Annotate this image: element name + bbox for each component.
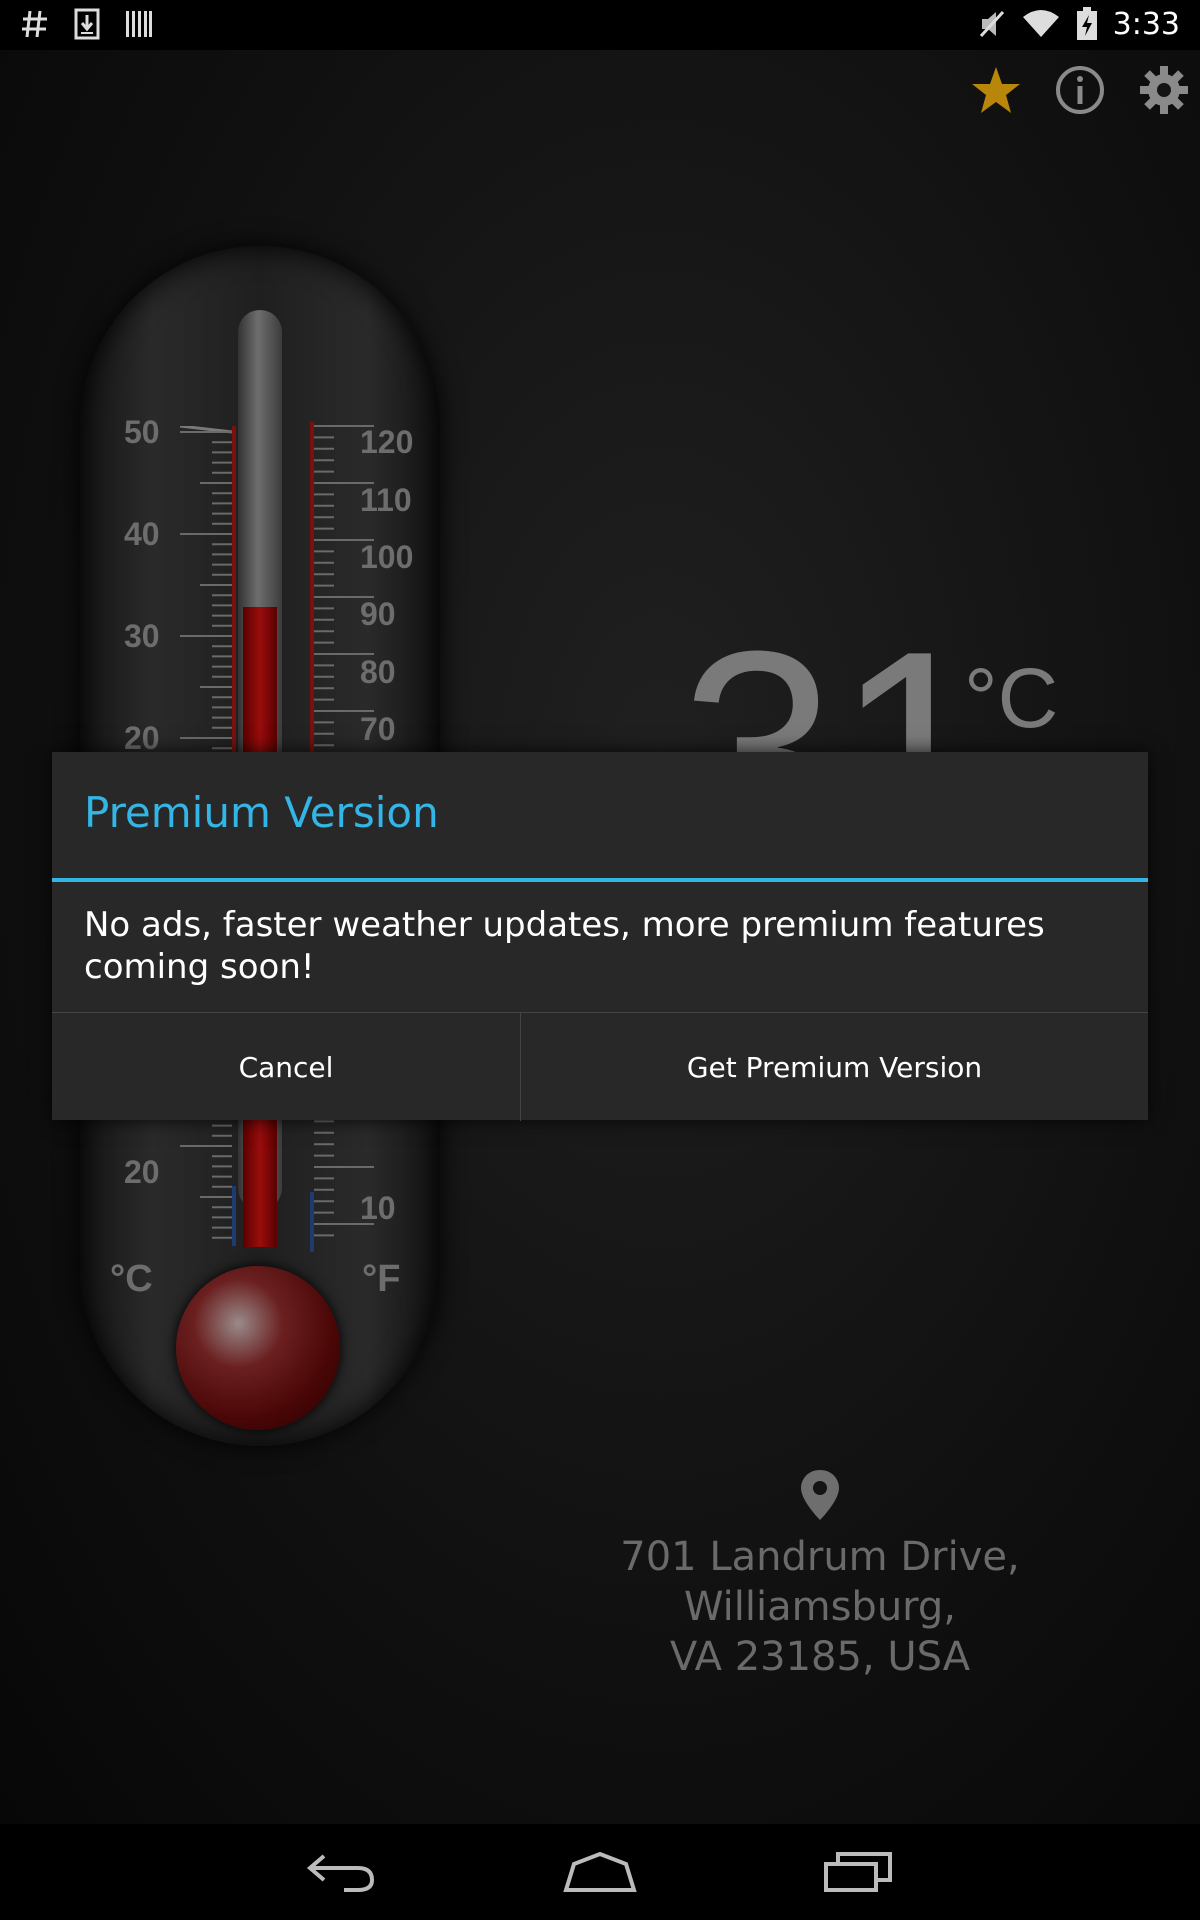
- wifi-icon: [1021, 6, 1061, 42]
- status-bar: 3:33: [0, 0, 1200, 50]
- address-line-1: 701 Landrum Drive, Williamsburg,: [620, 1534, 1020, 1630]
- star-icon[interactable]: [970, 64, 1022, 116]
- celsius-label: 50: [124, 414, 160, 450]
- dialog-button-bar: Cancel Get Premium Version: [52, 1012, 1148, 1121]
- fahrenheit-label: 110: [360, 482, 412, 518]
- status-time: 3:33: [1112, 6, 1180, 42]
- fahrenheit-label: 90: [360, 596, 396, 632]
- celsius-label: 30: [124, 618, 160, 654]
- info-icon[interactable]: [1054, 64, 1106, 116]
- fahrenheit-label: 120: [360, 424, 414, 460]
- temperature-unit: °C: [964, 651, 1059, 745]
- gear-icon[interactable]: [1138, 64, 1190, 116]
- fahrenheit-label: 80: [360, 654, 396, 690]
- barcode-icon: [124, 6, 154, 42]
- address-line-2: VA 23185, USA: [669, 1634, 971, 1680]
- premium-dialog: Premium Version No ads, faster weather u…: [52, 752, 1148, 1121]
- download-icon: [72, 6, 102, 42]
- fahrenheit-label: 70: [360, 711, 396, 747]
- celsius-label: 40: [124, 516, 160, 552]
- back-icon[interactable]: [302, 1844, 382, 1900]
- toolbar: [970, 64, 1190, 116]
- celsius-unit-label: °C: [110, 1258, 153, 1300]
- get-premium-button[interactable]: Get Premium Version: [521, 1013, 1148, 1121]
- map-pin-icon: [798, 1468, 842, 1522]
- location-address: 701 Landrum Drive, Williamsburg, VA 2318…: [480, 1532, 1160, 1682]
- mute-icon: [977, 6, 1007, 42]
- dialog-divider: [52, 878, 1148, 882]
- navigation-bar: [0, 1824, 1200, 1920]
- home-icon[interactable]: [560, 1844, 640, 1900]
- dialog-message: No ads, faster weather updates, more pre…: [84, 905, 1045, 987]
- dialog-title: Premium Version: [84, 788, 439, 837]
- hash-icon: [20, 6, 50, 42]
- fahrenheit-label: 100: [360, 539, 414, 575]
- thermometer-bulb: [176, 1266, 340, 1430]
- cancel-button[interactable]: Cancel: [52, 1013, 521, 1121]
- recents-icon[interactable]: [818, 1844, 898, 1900]
- fahrenheit-unit-label: °F: [362, 1258, 401, 1300]
- fahrenheit-label: 10: [360, 1190, 396, 1226]
- celsius-label: 20: [124, 1154, 160, 1190]
- battery-charging-icon: [1075, 6, 1099, 42]
